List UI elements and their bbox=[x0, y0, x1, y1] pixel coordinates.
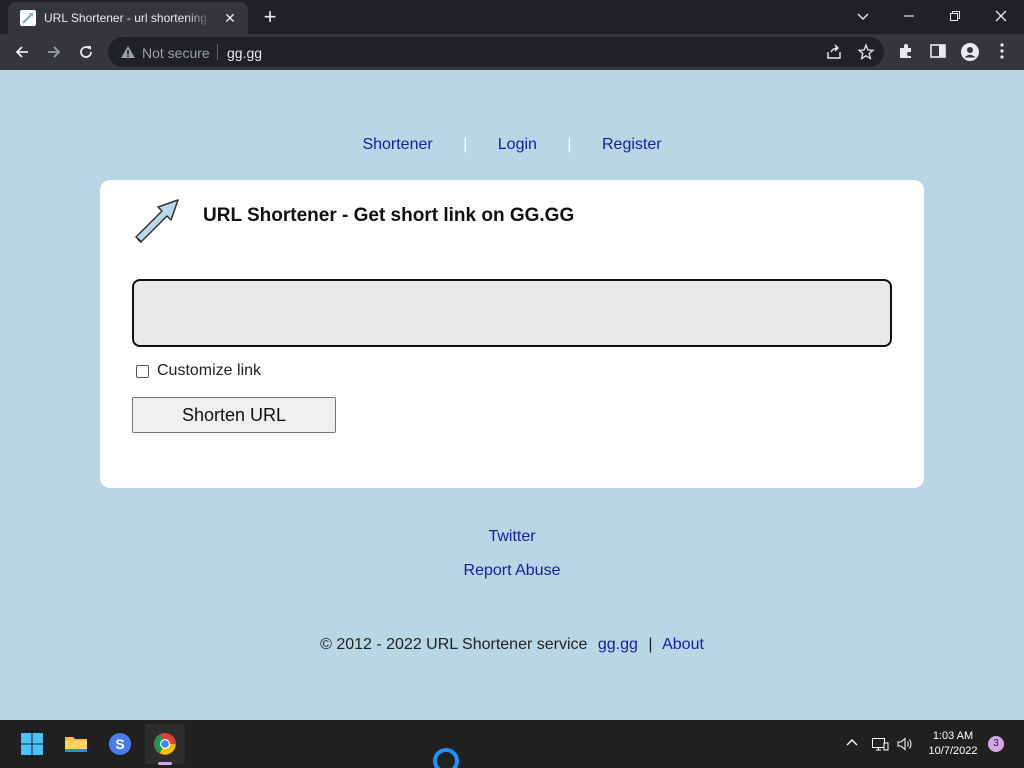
tray-overflow-chevron-icon[interactable] bbox=[845, 736, 859, 755]
arrow-logo-icon bbox=[132, 194, 182, 249]
notification-badge[interactable]: 3 bbox=[988, 736, 1004, 752]
customize-link-checkbox[interactable] bbox=[136, 364, 149, 378]
customize-link-label[interactable]: Customize link bbox=[157, 362, 261, 380]
nav-register-link[interactable]: Register bbox=[602, 136, 662, 153]
address-bar[interactable]: Not secure gg.gg bbox=[108, 37, 884, 67]
security-status[interactable]: Not secure bbox=[142, 45, 210, 61]
cortana-icon[interactable] bbox=[433, 748, 459, 768]
tab-strip: URL Shortener - url shortening service ✕… bbox=[0, 0, 1024, 34]
tab-title: URL Shortener - url shortening service bbox=[44, 11, 212, 25]
close-window-button[interactable] bbox=[978, 4, 1024, 30]
url-text[interactable]: gg.gg bbox=[227, 45, 262, 61]
card-title: URL Shortener - Get short link on GG.GG bbox=[203, 205, 575, 226]
nav-shortener-link[interactable]: Shortener bbox=[362, 136, 432, 153]
clock-date: 10/7/2022 bbox=[928, 745, 978, 757]
browser-toolbar: Not secure gg.gg bbox=[0, 34, 1024, 70]
top-navigation: Shortener | Login | Register bbox=[0, 136, 1024, 154]
new-tab-button[interactable]: + bbox=[258, 6, 282, 30]
browser-tab[interactable]: URL Shortener - url shortening service ✕ bbox=[8, 2, 248, 34]
favicon-icon bbox=[20, 10, 36, 26]
url-input[interactable] bbox=[132, 279, 892, 347]
extensions-icon[interactable] bbox=[897, 42, 915, 65]
taskbar: S 1:03 AM 10/7/2022 3 bbox=[0, 720, 1024, 768]
side-panel-icon[interactable] bbox=[929, 42, 947, 65]
volume-icon[interactable] bbox=[896, 736, 914, 757]
active-app-indicator bbox=[158, 762, 172, 765]
shortener-card: URL Shortener - Get short link on GG.GG … bbox=[100, 180, 924, 488]
warning-icon[interactable] bbox=[120, 44, 136, 65]
app-s-icon[interactable]: S bbox=[100, 724, 140, 764]
nav-login-link[interactable]: Login bbox=[498, 136, 537, 153]
svg-text:S: S bbox=[115, 736, 124, 752]
windows-start-icon[interactable] bbox=[12, 724, 52, 764]
copyright-text: © 2012 - 2022 URL Shortener service bbox=[320, 636, 588, 653]
nav-separator: | bbox=[463, 136, 468, 153]
tab-search-icon[interactable] bbox=[840, 4, 886, 30]
system-clock[interactable]: 1:03 AM 10/7/2022 bbox=[920, 729, 986, 759]
about-link[interactable]: About bbox=[662, 636, 704, 653]
report-abuse-row: Report Abuse bbox=[0, 562, 1024, 580]
site-home-link[interactable]: gg.gg bbox=[598, 636, 638, 653]
customize-link-option[interactable]: Customize link bbox=[136, 362, 261, 380]
back-button[interactable] bbox=[10, 40, 34, 64]
page-content: Shortener | Login | Register URL Shorten… bbox=[0, 70, 1024, 720]
menu-kebab-icon[interactable] bbox=[996, 42, 1008, 65]
file-explorer-icon[interactable] bbox=[56, 724, 96, 764]
twitter-link[interactable]: Twitter bbox=[488, 528, 535, 545]
clock-time: 1:03 AM bbox=[932, 730, 974, 742]
share-icon[interactable] bbox=[825, 43, 843, 66]
chrome-icon[interactable] bbox=[145, 724, 185, 764]
report-abuse-link[interactable]: Report Abuse bbox=[464, 562, 561, 579]
network-icon[interactable] bbox=[871, 736, 889, 757]
reload-button[interactable] bbox=[74, 40, 98, 64]
profile-icon[interactable] bbox=[960, 42, 980, 67]
omnibox-divider bbox=[217, 44, 218, 60]
restore-button[interactable] bbox=[932, 4, 978, 30]
twitter-row: Twitter bbox=[0, 528, 1024, 546]
footer-separator: | bbox=[648, 636, 653, 653]
tab-close-icon[interactable]: ✕ bbox=[222, 10, 238, 27]
shorten-url-button[interactable]: Shorten URL bbox=[132, 397, 336, 433]
forward-button[interactable] bbox=[42, 40, 66, 64]
copyright-footer: © 2012 - 2022 URL Shortener service gg.g… bbox=[0, 636, 1024, 654]
nav-separator: | bbox=[567, 136, 572, 153]
bookmark-star-icon[interactable] bbox=[857, 43, 875, 66]
minimize-button[interactable] bbox=[886, 4, 932, 30]
